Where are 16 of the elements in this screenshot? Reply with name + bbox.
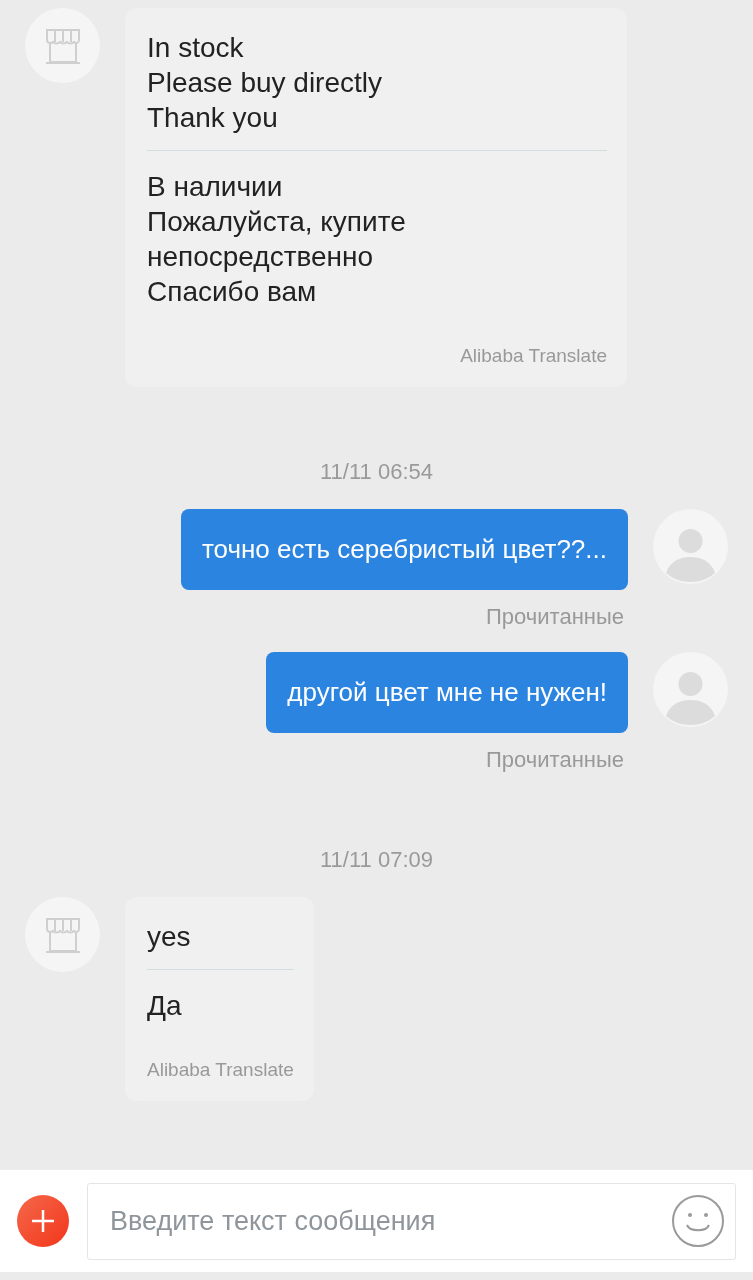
timestamp: 11/11 07:09 — [319, 847, 434, 873]
translated-text: Да — [147, 989, 183, 1023]
message-text: yes — [147, 920, 192, 954]
message-bubble: точно есть серебристый цвет??... — [180, 509, 628, 590]
add-button[interactable] — [17, 1195, 69, 1247]
timestamp: 11/11 06:54 — [319, 459, 434, 485]
message-field[interactable]: Введите текст сообщения — [87, 1182, 736, 1260]
smiley-icon[interactable] — [671, 1194, 725, 1248]
message-bubble: другой цвет мне не нужен! — [266, 652, 628, 733]
read-status: Прочитанные — [486, 604, 624, 630]
translation-source: Alibaba Translate — [459, 345, 607, 367]
translation-source: Alibaba Translate — [147, 1059, 294, 1081]
plus-icon — [30, 1208, 56, 1234]
message-text: In stock Please buy directly Thank you — [147, 31, 383, 135]
translated-text: В наличии Пожалуйста, купите непосредственно Спасибо вам — [147, 170, 407, 309]
read-status: Прочитанные — [486, 747, 624, 773]
